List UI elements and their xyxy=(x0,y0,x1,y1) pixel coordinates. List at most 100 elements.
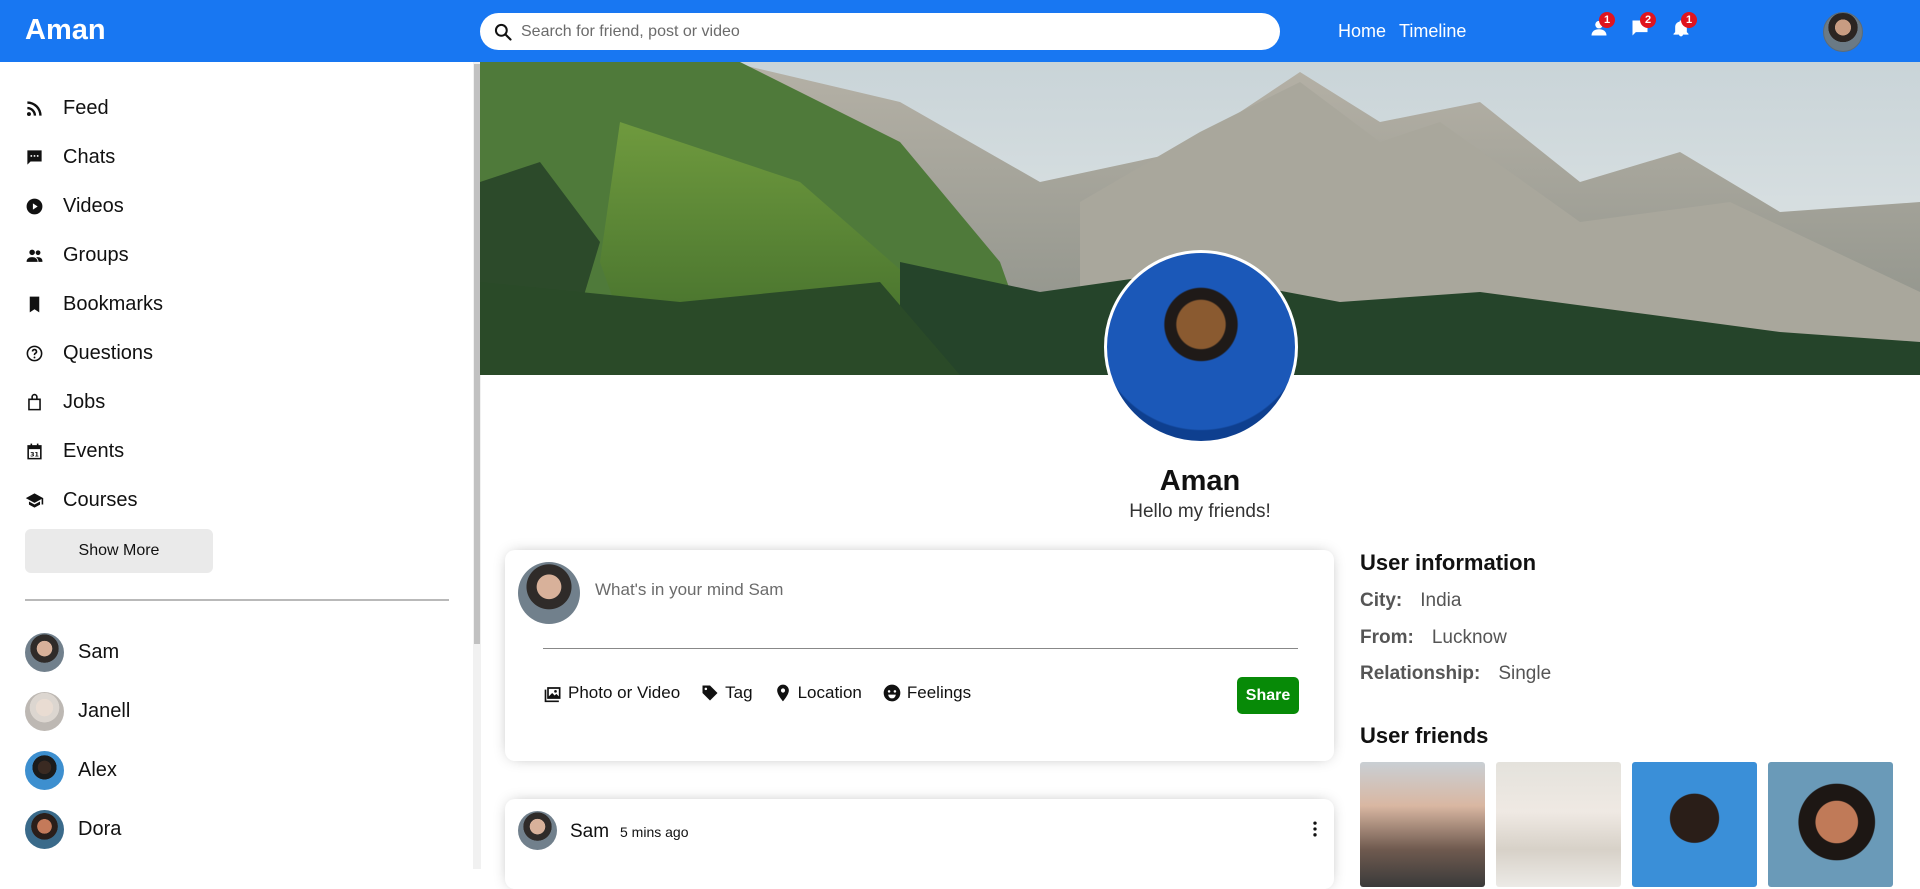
group-icon xyxy=(26,249,43,262)
play-icon xyxy=(26,198,43,215)
notifications-badge: 1 xyxy=(1681,12,1697,28)
sidebar-item-courses[interactable]: Courses xyxy=(25,476,163,525)
calendar-icon: 31 xyxy=(27,443,42,460)
post-input[interactable] xyxy=(595,580,1195,600)
info-key: Relationship: xyxy=(1360,663,1481,684)
sidebar-item-feed[interactable]: Feed xyxy=(25,84,163,133)
user-avatar[interactable] xyxy=(1823,12,1863,52)
post-card: Sam 5 mins ago xyxy=(505,799,1334,889)
friend-name: Dora xyxy=(78,818,122,840)
share-avatar xyxy=(518,562,580,624)
friend-photo[interactable] xyxy=(1768,762,1893,887)
info-value: Single xyxy=(1498,663,1552,684)
post-menu-button[interactable] xyxy=(1305,819,1325,843)
info-key: From: xyxy=(1360,627,1414,648)
friend-name: Janell xyxy=(78,700,131,722)
sidebar-item-label: Events xyxy=(63,440,125,462)
location-icon xyxy=(776,684,789,702)
avatar xyxy=(25,810,64,849)
question-icon xyxy=(26,345,43,362)
friend-photo[interactable] xyxy=(1496,762,1621,887)
home-link[interactable]: Home xyxy=(1338,21,1386,42)
friend-requests-badge: 1 xyxy=(1599,12,1615,28)
friend-item-dora[interactable]: Dora xyxy=(25,800,130,859)
tag-icon xyxy=(702,685,718,701)
sidebar-item-label: Chats xyxy=(63,146,116,168)
sidebar-item-groups[interactable]: Groups xyxy=(25,231,163,280)
share-options: Photo or Video Tag Location Feelings xyxy=(543,683,971,703)
app-logo[interactable]: Aman xyxy=(25,14,106,47)
friend-photo[interactable] xyxy=(1360,762,1485,887)
sidebar-divider xyxy=(25,599,449,601)
option-label: Photo or Video xyxy=(568,683,681,702)
sidebar-item-chats[interactable]: Chats xyxy=(25,133,163,182)
svg-text:31: 31 xyxy=(30,452,39,459)
info-relationship: Relationship: Single xyxy=(1360,663,1551,685)
notification-icons: 1 2 1 xyxy=(1589,12,1697,40)
option-label: Location xyxy=(797,683,862,702)
profile-avatar[interactable] xyxy=(1104,250,1298,444)
bookmark-icon xyxy=(29,296,40,313)
share-box: Photo or Video Tag Location Feelings Sha… xyxy=(505,550,1334,761)
feelings-option[interactable]: Feelings xyxy=(882,683,971,703)
option-label: Feelings xyxy=(906,683,972,702)
more-vert-icon xyxy=(1313,821,1317,837)
tag-option[interactable]: Tag xyxy=(700,683,753,703)
sidebar-nav: Feed Chats Videos Groups Bookmarks Quest… xyxy=(25,84,163,525)
share-divider xyxy=(543,648,1298,649)
photo-video-option[interactable]: Photo or Video xyxy=(543,683,680,703)
profile-description: Hello my friends! xyxy=(1129,501,1271,522)
messages-badge: 2 xyxy=(1640,12,1656,28)
post-timestamp: 5 mins ago xyxy=(620,824,689,840)
sidebar-item-events[interactable]: 31 Events xyxy=(25,427,163,476)
sidebar-item-bookmarks[interactable]: Bookmarks xyxy=(25,280,163,329)
user-info-title: User information xyxy=(1360,550,1537,575)
post-avatar[interactable] xyxy=(518,811,557,850)
friend-item-janell[interactable]: Janell xyxy=(25,682,130,741)
chat-icon xyxy=(27,150,42,165)
friend-item-sam[interactable]: Sam xyxy=(25,623,130,682)
school-icon xyxy=(25,493,44,508)
avatar xyxy=(25,633,64,672)
search-bar[interactable] xyxy=(480,13,1280,50)
sidebar-item-label: Groups xyxy=(63,244,129,266)
friend-requests-button[interactable]: 1 xyxy=(1589,12,1615,40)
friend-list: Sam Janell Alex Dora xyxy=(25,623,130,859)
sidebar-item-label: Feed xyxy=(63,97,109,119)
friend-name: Sam xyxy=(78,641,120,663)
post-username[interactable]: Sam xyxy=(570,821,609,843)
messages-button[interactable]: 2 xyxy=(1630,12,1656,40)
sidebar-item-label: Jobs xyxy=(63,391,106,413)
sidebar-item-jobs[interactable]: Jobs xyxy=(25,378,163,427)
top-bar: Aman Home Timeline 1 2 1 xyxy=(0,0,1920,62)
sidebar-item-questions[interactable]: Questions xyxy=(25,329,163,378)
info-key: City: xyxy=(1360,590,1403,611)
info-from: From: Lucknow xyxy=(1360,627,1507,649)
timeline-link[interactable]: Timeline xyxy=(1399,21,1466,42)
profile-name: Aman xyxy=(1159,465,1241,497)
top-links: Home Timeline xyxy=(1338,21,1466,42)
search-input[interactable] xyxy=(521,22,1261,41)
sidebar-item-label: Bookmarks xyxy=(63,293,164,315)
location-option[interactable]: Location xyxy=(773,683,862,703)
rss-icon xyxy=(26,101,42,117)
avatar xyxy=(25,751,64,790)
bag-icon xyxy=(28,393,41,411)
info-city: City: India xyxy=(1360,590,1461,612)
friend-name: Alex xyxy=(78,759,117,781)
user-friends-grid xyxy=(1360,762,1893,887)
friend-item-alex[interactable]: Alex xyxy=(25,741,130,800)
sidebar: Feed Chats Videos Groups Bookmarks Quest… xyxy=(0,62,475,869)
avatar xyxy=(25,692,64,731)
photo-icon xyxy=(544,687,561,703)
emoji-icon xyxy=(883,684,901,702)
show-more-button[interactable]: Show More xyxy=(25,529,213,573)
info-value: India xyxy=(1420,590,1462,611)
friend-photo[interactable] xyxy=(1632,762,1757,887)
option-label: Tag xyxy=(725,683,753,702)
sidebar-item-label: Courses xyxy=(63,489,138,511)
notifications-button[interactable]: 1 xyxy=(1671,12,1697,40)
sidebar-item-videos[interactable]: Videos xyxy=(25,182,163,231)
sidebar-item-label: Videos xyxy=(63,195,124,217)
share-button[interactable]: Share xyxy=(1237,677,1299,714)
